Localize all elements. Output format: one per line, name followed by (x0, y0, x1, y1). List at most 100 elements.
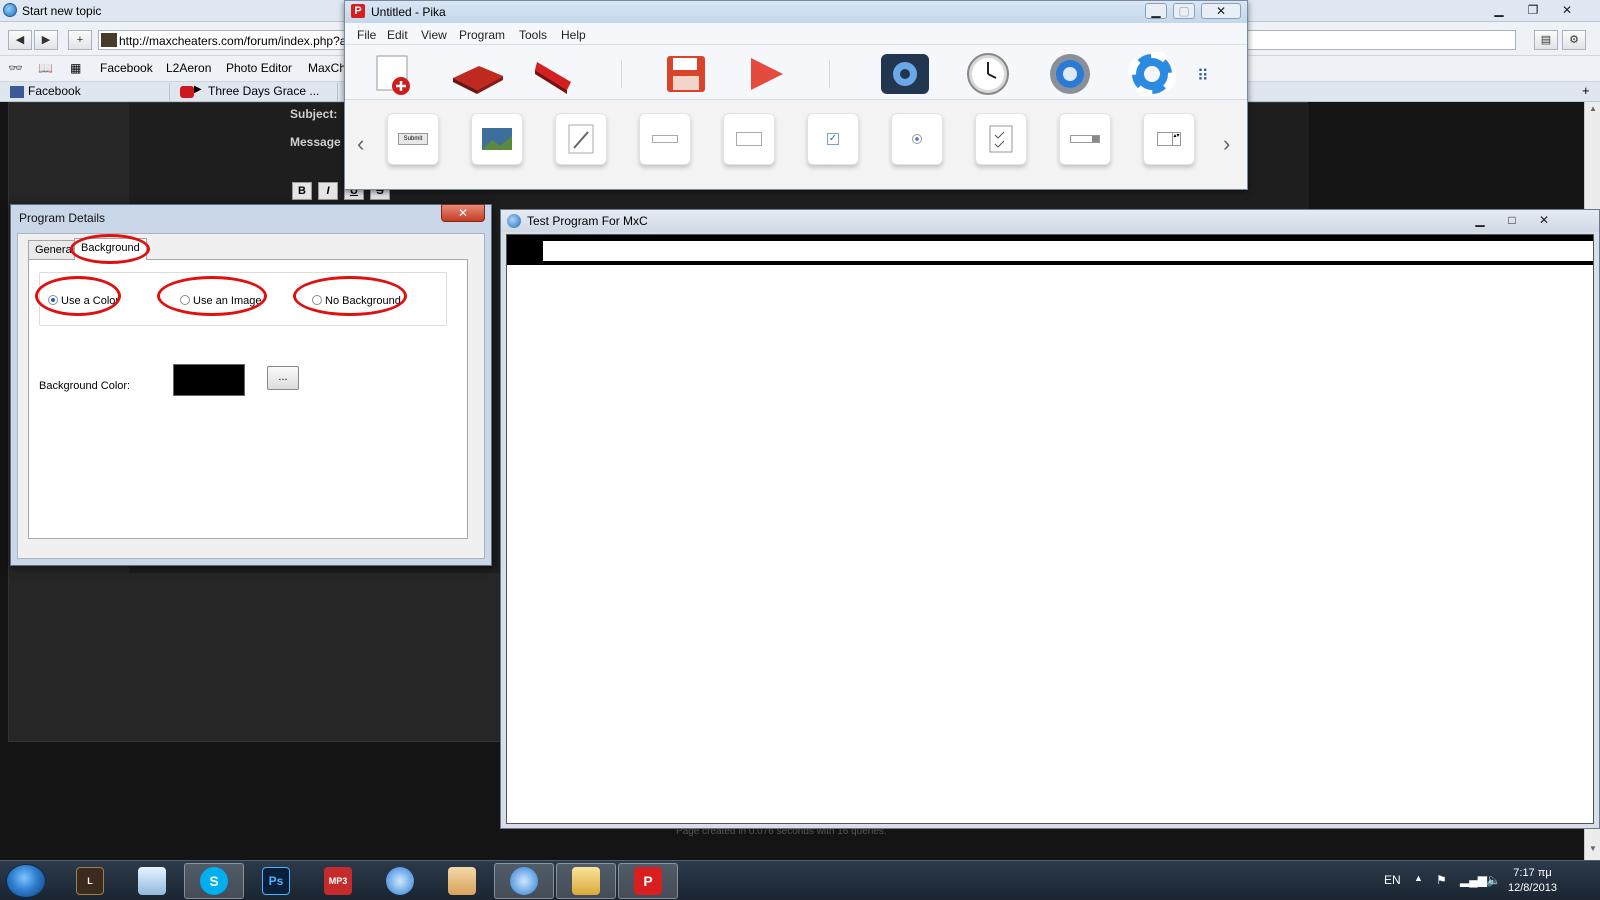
radio-use-color[interactable]: Use a Color (48, 295, 119, 307)
radio-checked-icon (48, 295, 58, 305)
taskbar-pika-icon[interactable]: P (618, 863, 678, 899)
menu-tools[interactable]: Tools (519, 28, 547, 42)
minimize-icon[interactable]: ▁ (1469, 212, 1491, 228)
apps-grid-icon[interactable]: ▦ (70, 61, 81, 75)
gear-icon[interactable] (1045, 52, 1091, 96)
restore-icon[interactable]: ❐ (1522, 2, 1544, 18)
tab-label: Three Days Grace ... (208, 84, 320, 98)
pika-window: P Untitled - Pika ▁ ▢ ✕ File Edit View P… (344, 0, 1248, 190)
submit-preview: Submit (398, 133, 428, 145)
close-icon[interactable]: ✕ (1201, 3, 1241, 19)
subject-label: Subject: (290, 107, 338, 121)
taskbar-photoshop-icon[interactable]: Ps (246, 863, 306, 899)
test-program-canvas[interactable] (506, 234, 1594, 824)
taskbar-lineage-icon[interactable]: L (60, 863, 120, 899)
clock-date: 12/8/2013 (1508, 882, 1557, 894)
menu-file[interactable]: File (357, 28, 376, 42)
action-center-flag-icon[interactable]: ⚑ (1436, 873, 1447, 887)
radio-label: Use a Color (61, 295, 120, 307)
show-hidden-icons-icon[interactable]: ▲ (1414, 873, 1423, 883)
scroll-right-arrow-icon[interactable]: › (1223, 131, 1230, 157)
new-tab-plus-icon[interactable]: + (1582, 83, 1590, 98)
radio-no-background[interactable]: No Background (312, 295, 401, 307)
bookmark-l2aeron[interactable]: L2Aeron (166, 61, 211, 75)
reading-glasses-icon[interactable]: 👓 (8, 61, 23, 75)
page-menu-icon[interactable]: ▤ (1534, 30, 1558, 50)
radio-unchecked-icon (180, 295, 190, 305)
minimize-icon[interactable]: ▁ (1145, 3, 1167, 19)
taskbar-skype-icon[interactable]: S (184, 863, 244, 899)
background-type-group: Use a Color Use an Image No Background (39, 272, 447, 326)
browse-color-button[interactable]: ... (267, 366, 299, 390)
system-clock[interactable]: 7:17 πμ 12/8/2013 (1508, 866, 1557, 896)
reading-list-icon[interactable]: 📖 (38, 61, 53, 75)
save-floppy-icon[interactable] (663, 52, 709, 96)
textbox-control-icon[interactable] (639, 113, 691, 165)
radio-label: Use an Image (193, 295, 262, 307)
save-stapler-icon[interactable] (531, 52, 577, 96)
numeric-up-down-control-icon[interactable]: ▴▾ (1143, 113, 1195, 165)
bookmark-photo-editor[interactable]: Photo Editor (226, 61, 292, 75)
site-favicon-icon (101, 33, 117, 47)
menu-edit[interactable]: Edit (387, 28, 408, 42)
textarea-control-icon[interactable] (555, 113, 607, 165)
background-color-swatch[interactable] (173, 364, 245, 396)
checkbox-control-icon[interactable]: ✓ (807, 113, 859, 165)
button-control-icon[interactable]: Submit (387, 113, 439, 165)
test-program-titlebar: Test Program For MxC ▁ □ ✕ (501, 210, 1599, 232)
white-strip (543, 241, 1593, 261)
tab-background[interactable]: Background (74, 238, 147, 260)
taskbar-notes-icon[interactable] (122, 863, 182, 899)
close-icon[interactable]: ✕ (1556, 2, 1578, 18)
address-url: http://maxcheaters.com/forum/index.php?a (119, 34, 347, 48)
radio-use-image[interactable]: Use an Image (180, 295, 261, 307)
language-indicator[interactable]: EN (1384, 873, 1401, 887)
minimize-icon[interactable]: ▁ (1488, 2, 1510, 18)
more-grip-icon[interactable]: ⠿ (1197, 66, 1209, 86)
taskbar-mp3-icon[interactable]: MP3 (308, 863, 368, 899)
taskbar-safari-icon[interactable] (370, 863, 430, 899)
network-signal-icon[interactable]: ▂▄▆ (1460, 873, 1487, 887)
menu-program[interactable]: Program (459, 28, 505, 42)
volume-speaker-icon[interactable]: 🔈 (1486, 873, 1501, 887)
bold-button[interactable]: B (292, 182, 312, 200)
menu-view[interactable]: View (421, 28, 447, 42)
new-document-icon[interactable] (371, 52, 417, 96)
start-orb-icon[interactable] (6, 864, 46, 898)
run-play-icon[interactable] (743, 52, 789, 96)
scroll-down-icon[interactable]: ▼ (1587, 844, 1599, 856)
panel-control-icon[interactable] (723, 113, 775, 165)
facebook-icon (10, 86, 24, 98)
clock-time: 7:17 πμ (1513, 867, 1552, 879)
tab-youtube[interactable]: ▶ Three Days Grace ... (170, 83, 338, 101)
bookmark-facebook[interactable]: Facebook (100, 61, 153, 75)
clock-icon[interactable] (963, 52, 1009, 96)
settings-panel-icon[interactable] (879, 52, 929, 96)
tab-facebook[interactable]: Facebook (0, 83, 170, 101)
scroll-up-icon[interactable]: ▲ (1587, 104, 1599, 116)
settings-gear-icon[interactable]: ⚙ (1562, 30, 1586, 50)
close-icon[interactable]: ✕ (441, 204, 485, 222)
youtube-icon (180, 86, 194, 98)
taskbar-browser-icon[interactable] (494, 863, 554, 899)
taskbar-explorer-icon[interactable] (556, 863, 616, 899)
forward-arrow-icon[interactable]: ▶ (34, 30, 58, 50)
scroll-left-arrow-icon[interactable]: ‹ (357, 131, 364, 157)
open-folder-icon[interactable] (449, 52, 503, 96)
playing-icon: ▶ (194, 84, 202, 95)
help-lifebuoy-icon[interactable] (1127, 50, 1176, 98)
new-tab-plus-icon[interactable]: + (68, 30, 92, 50)
maximize-icon[interactable]: ▢ (1173, 3, 1195, 19)
image-control-icon[interactable] (471, 113, 523, 165)
back-arrow-icon[interactable]: ◀ (8, 30, 32, 50)
taskbar-game-character-icon[interactable] (432, 863, 492, 899)
checklist-control-icon[interactable] (975, 113, 1027, 165)
test-program-window: Test Program For MxC ▁ □ ✕ (500, 209, 1600, 829)
maximize-icon[interactable]: □ (1501, 212, 1523, 228)
close-icon[interactable]: ✕ (1533, 212, 1555, 228)
radio-control-icon[interactable] (891, 113, 943, 165)
italic-button[interactable]: I (318, 182, 338, 200)
pika-toolbar: ⠿ (345, 46, 1247, 100)
dropdown-control-icon[interactable] (1059, 113, 1111, 165)
menu-help[interactable]: Help (561, 28, 586, 42)
